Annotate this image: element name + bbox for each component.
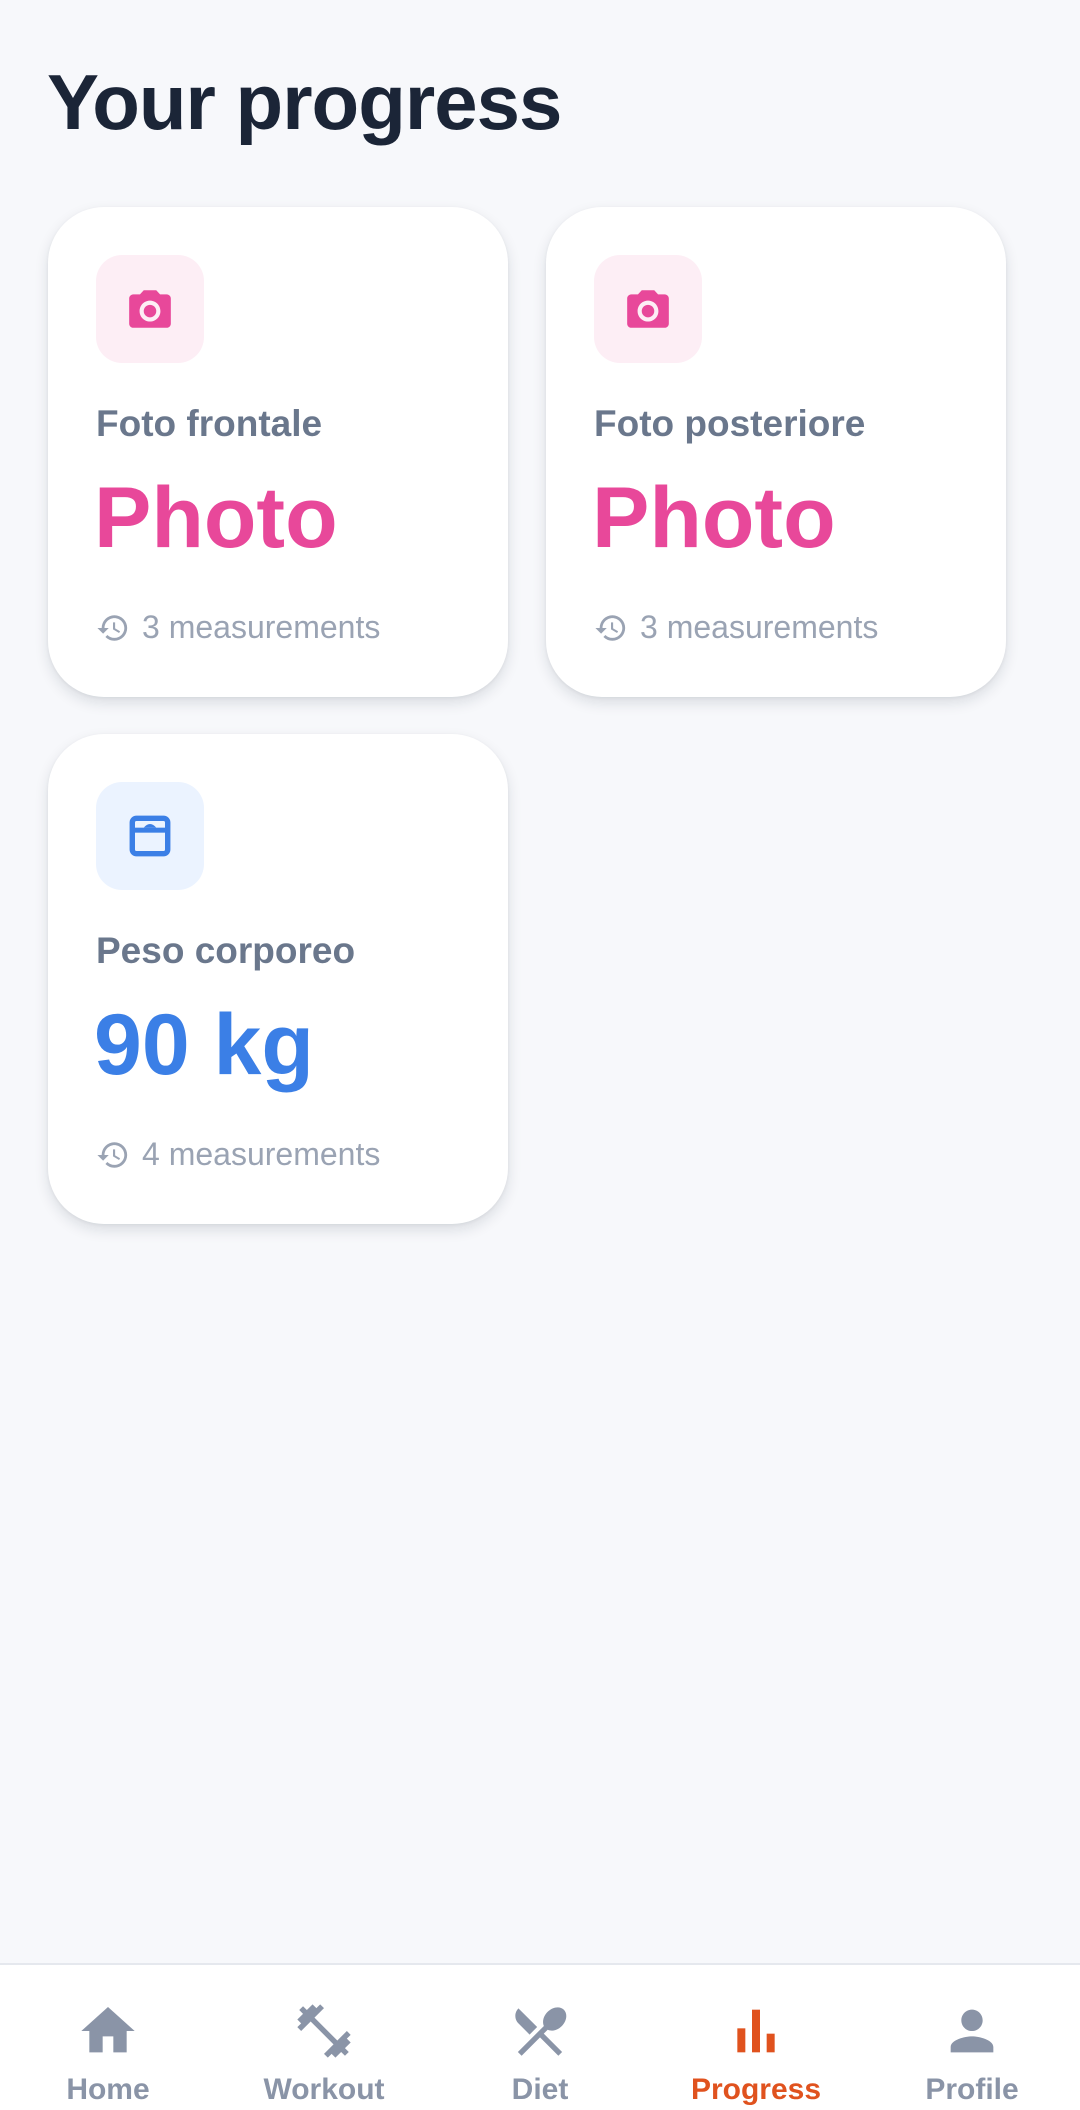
person-icon (950, 2009, 994, 2053)
progress-card-foto-frontale[interactable]: Foto frontale Photo 3 measurements (48, 207, 508, 697)
card-value: Photo (94, 470, 338, 566)
nav-label: Profile (925, 2073, 1019, 2106)
nav-label: Home (66, 2073, 150, 2106)
card-icon-container (96, 255, 204, 363)
bottom-navigation: Home Workout Diet Progress Profile (0, 1963, 1080, 2110)
nav-item-workout[interactable]: Workout (216, 1965, 432, 2110)
nav-item-progress[interactable]: Progress (648, 1965, 864, 2110)
camera-icon (627, 290, 669, 328)
card-label: Foto frontale (96, 403, 323, 444)
card-measurements: 3 measurements (594, 609, 878, 646)
nav-label: Workout (263, 2073, 385, 2106)
nav-item-diet[interactable]: Diet (432, 1965, 648, 2110)
card-icon-container (594, 255, 702, 363)
scale-icon (129, 815, 171, 857)
progress-card-foto-posteriore[interactable]: Foto posteriore Photo 3 measurements (546, 207, 1006, 697)
history-icon (595, 614, 626, 641)
measurements-count: 3 measurements (640, 609, 879, 645)
nav-label: Diet (511, 2073, 569, 2106)
card-label: Foto posteriore (594, 403, 866, 444)
home-icon (81, 2007, 135, 2053)
card-measurements: 4 measurements (96, 1136, 380, 1173)
card-measurements: 3 measurements (96, 609, 380, 646)
page-title: Your progress (47, 58, 562, 146)
nav-item-home[interactable]: Home (0, 1965, 216, 2110)
nav-label: Progress (690, 2073, 822, 2106)
measurements-count: 4 measurements (142, 1136, 381, 1172)
bar-chart-icon (737, 2009, 775, 2053)
utensils-icon (515, 2007, 567, 2056)
history-icon (97, 1141, 128, 1168)
card-icon-container (96, 782, 204, 890)
camera-icon (129, 290, 171, 328)
measurements-count: 3 measurements (142, 609, 381, 645)
history-icon (97, 614, 128, 641)
progress-card-peso-corporeo[interactable]: Peso corporeo 90 kg 4 measurements (48, 734, 508, 1224)
dumbbell-icon (297, 2004, 351, 2058)
card-value: Photo (592, 470, 836, 566)
nav-item-profile[interactable]: Profile (864, 1965, 1080, 2110)
card-label: Peso corporeo (96, 930, 356, 971)
card-value: 90 kg (94, 997, 314, 1093)
